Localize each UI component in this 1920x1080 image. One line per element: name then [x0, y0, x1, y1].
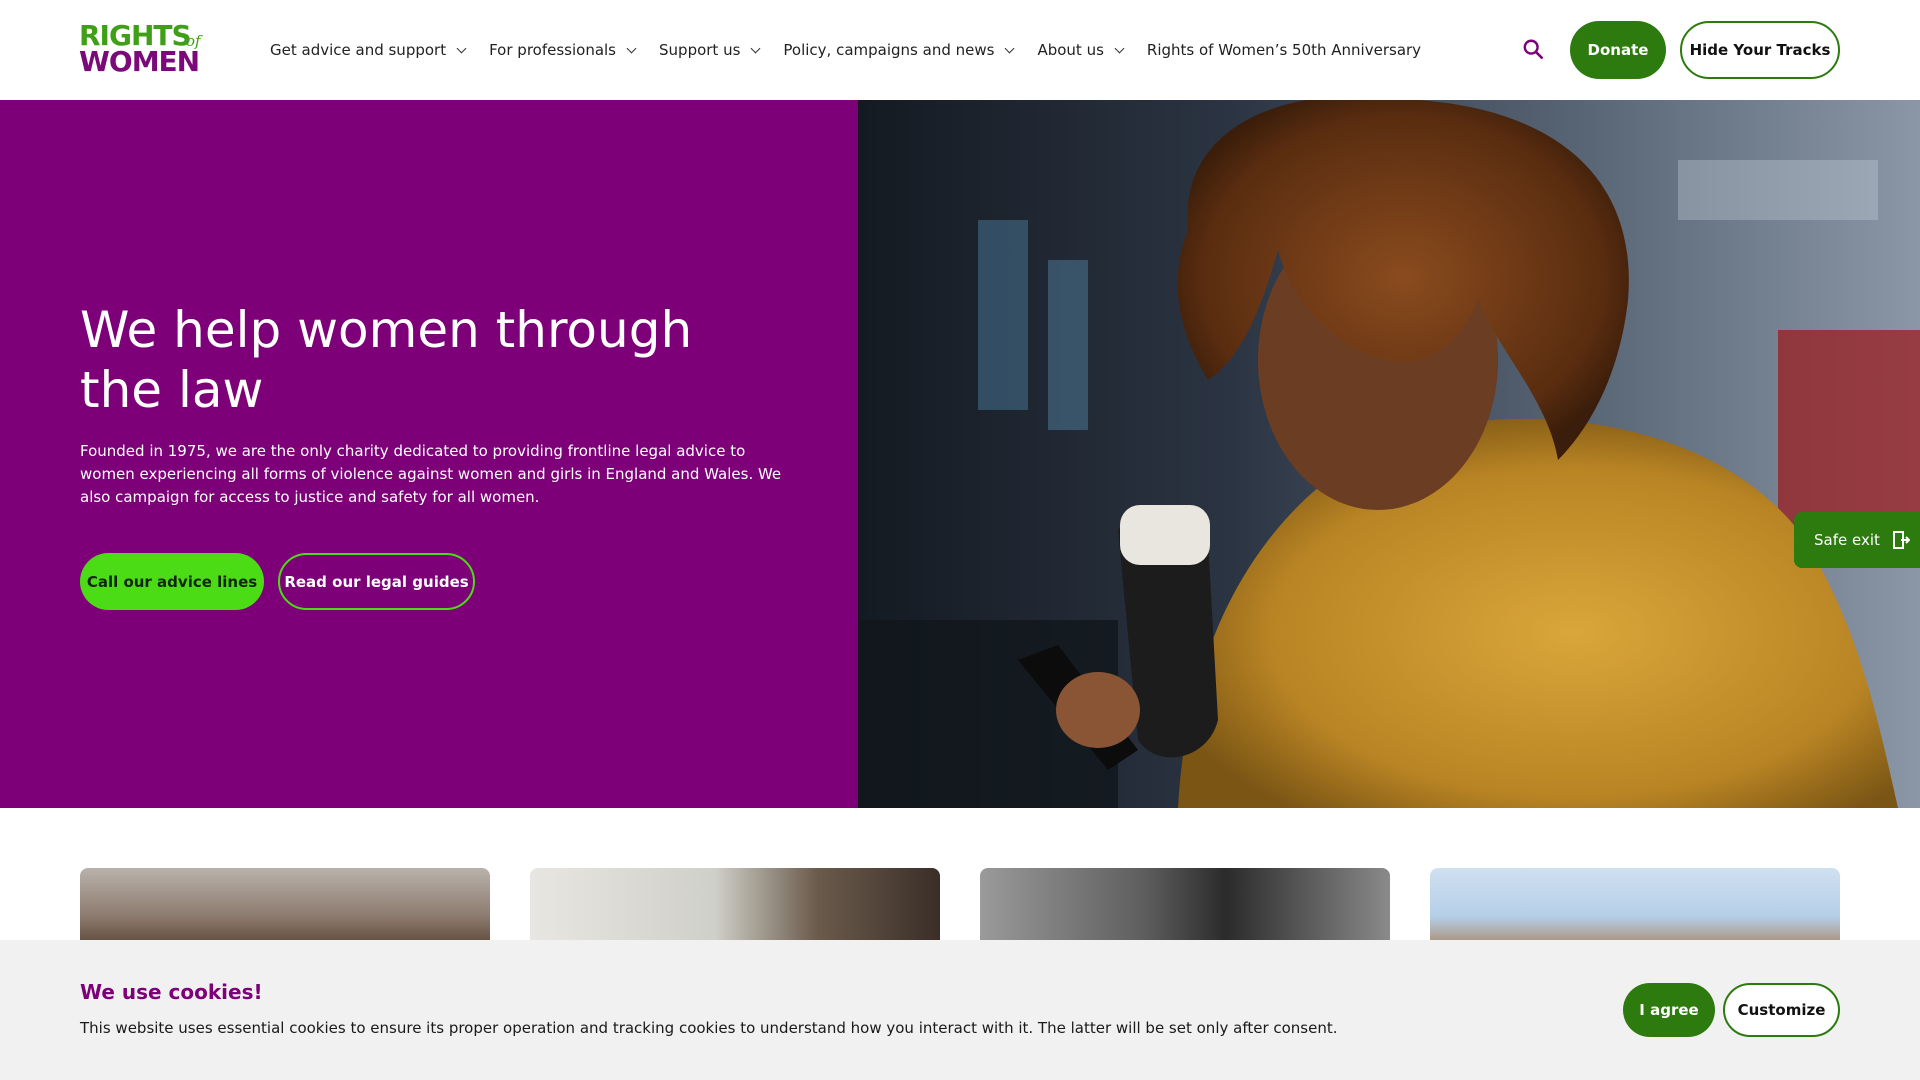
- exit-door-icon: [1892, 531, 1910, 549]
- safe-exit-button[interactable]: Safe exit: [1794, 512, 1920, 568]
- hero-title: We help women through the law: [80, 301, 693, 419]
- feature-card-image[interactable]: [1430, 868, 1840, 948]
- nav-item-policy[interactable]: Policy, campaigns and news: [783, 41, 1015, 59]
- nav-item-label: About us: [1037, 41, 1104, 59]
- nav-item-label: Support us: [659, 41, 741, 59]
- hero-image: [858, 100, 1920, 808]
- nav-item-support-us[interactable]: Support us: [659, 41, 761, 59]
- hero-photo-illustration: [858, 100, 1920, 808]
- nav-item-label: Rights of Women’s 50th Anniversary: [1146, 41, 1422, 59]
- nav-item-for-professionals[interactable]: For professionals: [489, 41, 637, 59]
- customize-button[interactable]: Customize: [1723, 983, 1840, 1037]
- chevron-down-icon: [1114, 43, 1125, 53]
- call-advice-lines-button[interactable]: Call our advice lines: [80, 553, 264, 610]
- donate-button[interactable]: Donate: [1570, 21, 1666, 79]
- main-nav: Get advice and support For professionals…: [270, 0, 1421, 100]
- safe-exit-label: Safe exit: [1814, 531, 1880, 549]
- site-header: RIGHTS of WOMEN Get advice and support F…: [0, 0, 1920, 100]
- chevron-down-icon: [626, 43, 637, 53]
- site-logo[interactable]: RIGHTS of WOMEN: [79, 22, 209, 78]
- cookie-banner-title: We use cookies!: [80, 980, 263, 1004]
- nav-item-label: Get advice and support: [270, 41, 447, 59]
- hero-panel: We help women through the law Founded in…: [0, 100, 858, 808]
- feature-card-image[interactable]: [980, 868, 1390, 948]
- nav-item-label: Policy, campaigns and news: [783, 41, 995, 59]
- cookie-banner: We use cookies! This website uses essent…: [0, 940, 1920, 1080]
- search-icon[interactable]: [1522, 38, 1544, 60]
- feature-card-image[interactable]: [530, 868, 940, 948]
- nav-item-get-advice[interactable]: Get advice and support: [270, 41, 467, 59]
- chevron-down-icon: [1005, 43, 1015, 53]
- hero-description: Founded in 1975, we are the only charity…: [80, 442, 782, 506]
- hide-your-tracks-button[interactable]: Hide Your Tracks: [1680, 21, 1840, 79]
- feature-card-image[interactable]: [80, 868, 490, 948]
- logo-women-text: WOMEN: [79, 45, 200, 78]
- cookie-banner-text: This website uses essential cookies to e…: [80, 1019, 1338, 1037]
- nav-item-50th-anniversary[interactable]: Rights of Women’s 50th Anniversary: [1147, 41, 1421, 59]
- i-agree-button[interactable]: I agree: [1623, 983, 1715, 1037]
- read-legal-guides-button[interactable]: Read our legal guides: [278, 553, 475, 610]
- nav-item-about-us[interactable]: About us: [1037, 41, 1125, 59]
- nav-item-label: For professionals: [489, 41, 617, 59]
- chevron-down-icon: [456, 43, 467, 53]
- chevron-down-icon: [750, 43, 761, 53]
